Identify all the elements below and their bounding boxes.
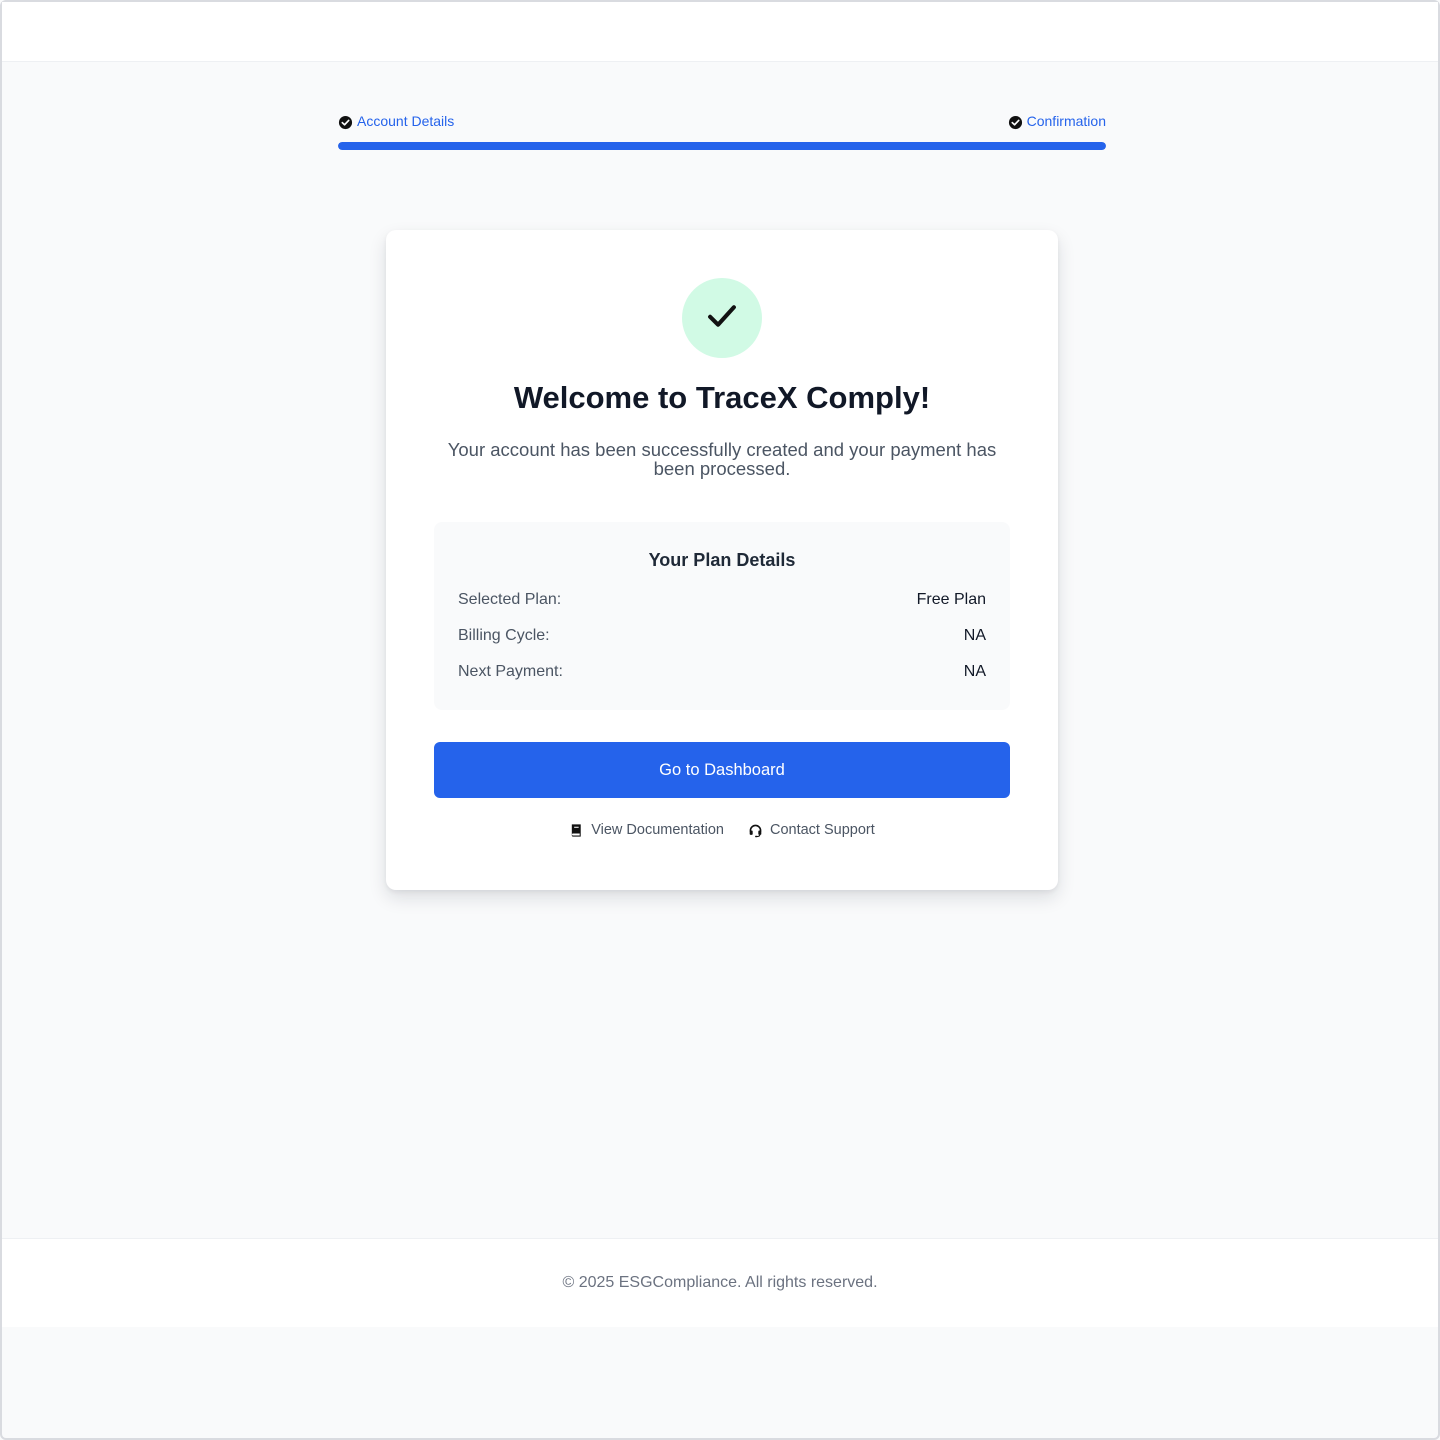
top-bar — [2, 2, 1438, 62]
progress-bar — [338, 142, 1106, 150]
contact-support-link[interactable]: Contact Support — [748, 822, 875, 838]
welcome-subtitle: Your account has been successfully creat… — [447, 439, 997, 479]
welcome-title: Welcome to TraceX Comply! — [513, 380, 931, 415]
check-circle-icon — [338, 115, 353, 130]
plan-details-heading: Your Plan Details — [648, 550, 796, 570]
plan-row-value: NA — [963, 663, 986, 680]
check-icon — [703, 297, 741, 340]
plan-details-panel: Your Plan Details Selected Plan: Free Pl… — [434, 522, 1010, 710]
plan-row-value: NA — [963, 627, 986, 644]
step-account-details[interactable]: Account Details — [338, 112, 454, 130]
signup-stepper: Account Details Confirmation — [338, 112, 1106, 152]
page-footer: © 2025 ESGCompliance. All rights reserve… — [2, 1238, 1438, 1327]
plan-row-label: Next Payment: — [458, 663, 563, 680]
go-to-dashboard-button[interactable]: Go to Dashboard — [434, 742, 1010, 798]
copyright-text: © 2025 ESGCompliance. All rights reserve… — [562, 1274, 878, 1291]
success-badge — [682, 278, 762, 358]
step-confirmation[interactable]: Confirmation — [1008, 112, 1106, 130]
book-icon — [569, 823, 584, 838]
plan-row-selected-plan: Selected Plan: Free Plan — [458, 591, 986, 609]
step-label: Confirmation — [1026, 113, 1106, 129]
headset-icon — [748, 823, 763, 838]
help-links: View Documentation Contact Support — [386, 822, 1058, 838]
step-label: Account Details — [357, 113, 455, 129]
confirmation-card: Welcome to TraceX Comply! Your account h… — [386, 230, 1058, 890]
plan-row-label: Billing Cycle: — [458, 627, 550, 644]
plan-row-next-payment: Next Payment: NA — [458, 663, 986, 681]
plan-row-label: Selected Plan: — [458, 591, 562, 608]
plan-row-billing-cycle: Billing Cycle: NA — [458, 627, 986, 645]
plan-row-value: Free Plan — [916, 591, 986, 608]
progress-bar-fill — [338, 142, 1106, 150]
link-label: View Documentation — [591, 822, 724, 838]
view-documentation-link[interactable]: View Documentation — [569, 822, 724, 838]
link-label: Contact Support — [769, 822, 875, 838]
check-circle-icon — [1008, 115, 1023, 130]
